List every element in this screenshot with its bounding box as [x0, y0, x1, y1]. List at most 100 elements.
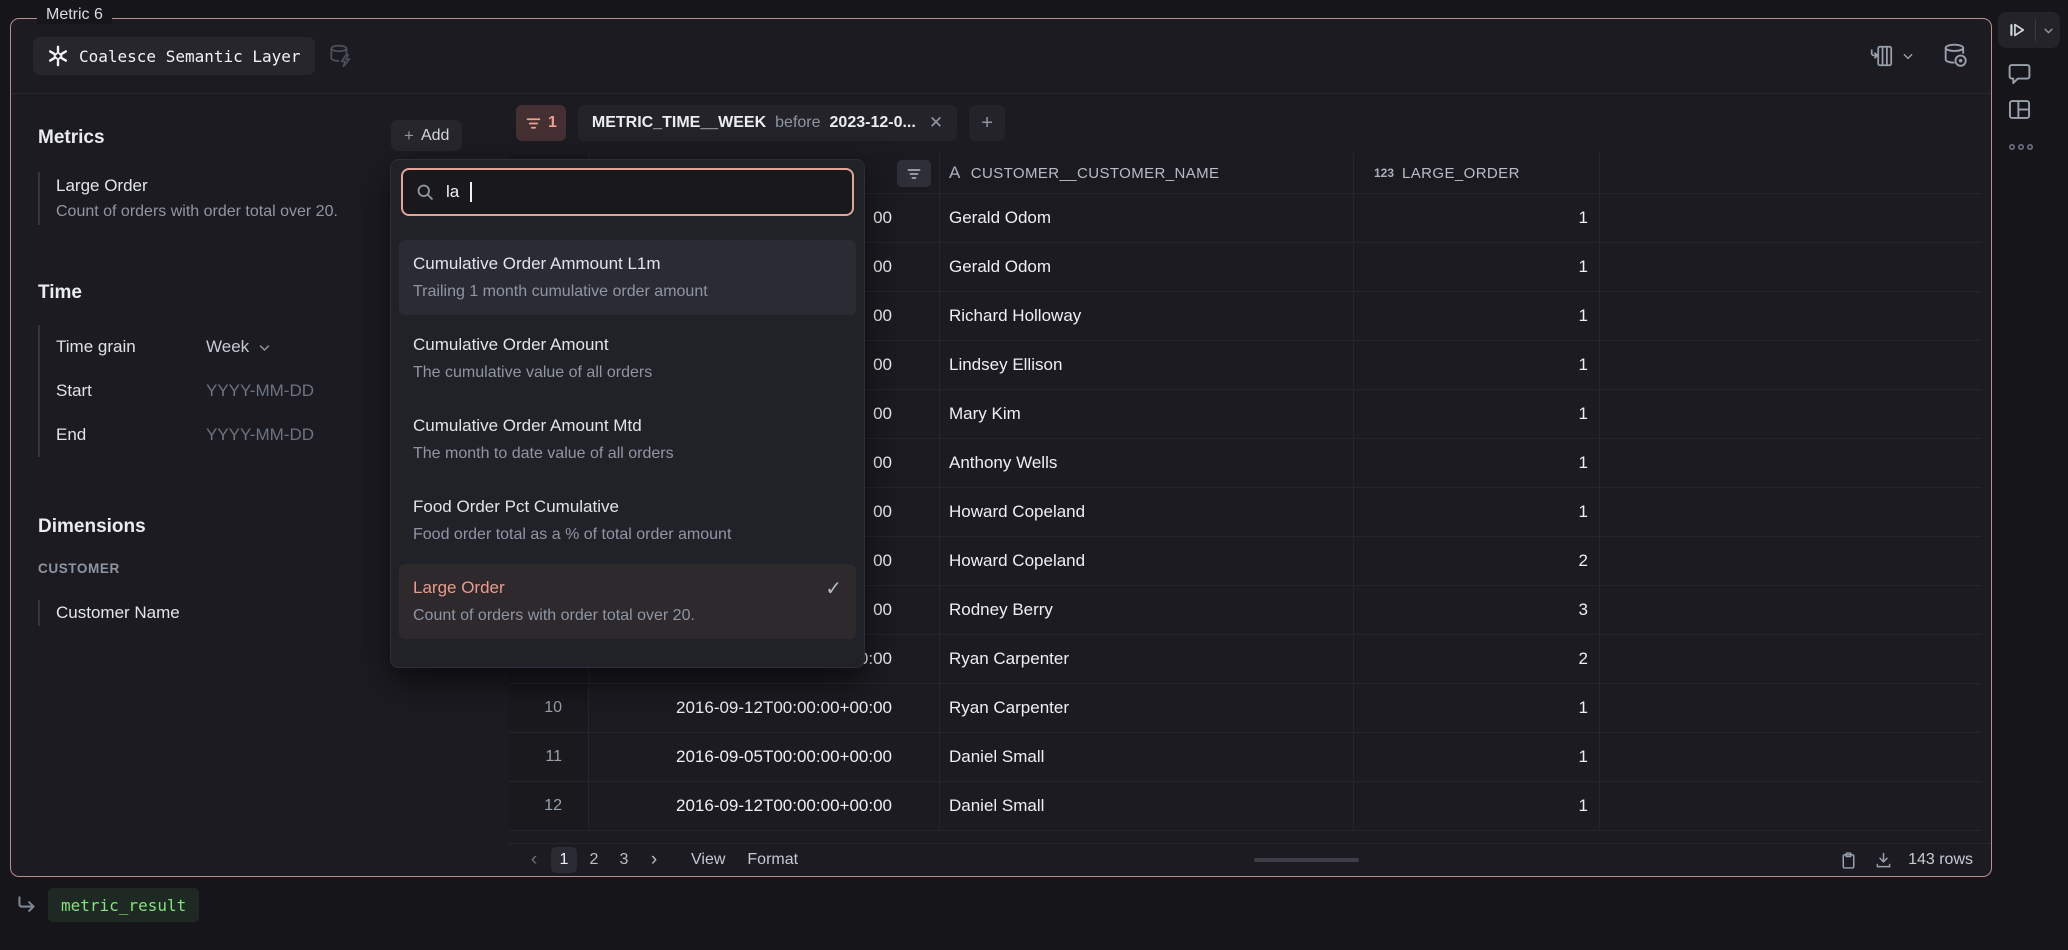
- format-menu[interactable]: Format: [747, 851, 798, 869]
- large-order-header[interactable]: 123 LARGE_ORDER: [1354, 153, 1600, 194]
- page-1-button[interactable]: 1: [551, 847, 577, 873]
- run-icon: [1998, 19, 2036, 41]
- row-number: 12: [509, 782, 589, 831]
- cell-filler: [1600, 586, 1981, 635]
- metric-option[interactable]: Cumulative Order Ammount L1m Trailing 1 …: [399, 240, 856, 315]
- cell-large-order: 1: [1354, 194, 1600, 243]
- chevron-down-icon: [257, 340, 272, 355]
- cell-filler: [1600, 733, 1981, 782]
- metric-option[interactable]: Food Order Pct Cumulative Food order tot…: [399, 483, 856, 558]
- snowflake-icon: [47, 45, 69, 67]
- metric-option-description: The cumulative value of all orders: [413, 359, 842, 386]
- metric-panel: Metric 6 Coalesce Semantic Layer: [10, 18, 1992, 877]
- cell-large-order: 1: [1354, 292, 1600, 341]
- cell-customer: Ryan Carpenter: [940, 635, 1354, 684]
- cell-time: 2016-09-12T00:00:00+00:00: [589, 782, 940, 831]
- metric-option[interactable]: Cumulative Order Amount Mtd The month to…: [399, 402, 856, 477]
- filter-operator: before: [775, 114, 820, 132]
- add-metric-button[interactable]: + Add: [391, 120, 462, 151]
- table-footer: ‹ 1 2 3 › View Format: [509, 843, 1991, 876]
- column-filter-icon[interactable]: [897, 160, 931, 187]
- time-filter-chip[interactable]: METRIC_TIME__WEEK before 2023-12-0... ✕: [578, 105, 957, 141]
- end-date-input[interactable]: YYYY-MM-DD: [206, 425, 314, 445]
- cell-filler: [1600, 684, 1981, 733]
- text-type-icon: A: [949, 163, 961, 183]
- view-menu[interactable]: View: [691, 851, 725, 869]
- metric-option-title: Food Order Pct Cumulative: [413, 493, 842, 521]
- layout-panels-icon[interactable]: [2006, 96, 2033, 123]
- cell-customer: Howard Copeland: [940, 537, 1354, 586]
- time-grain-value: Week: [206, 337, 249, 357]
- page-2-button[interactable]: 2: [581, 847, 607, 873]
- export-table-button[interactable]: [1869, 43, 1915, 69]
- panel-header: Coalesce Semantic Layer: [11, 19, 1991, 94]
- filter-lines-icon: [525, 115, 542, 132]
- next-page-button[interactable]: ›: [641, 847, 667, 873]
- add-filter-button[interactable]: +: [969, 105, 1005, 141]
- end-label: End: [56, 425, 206, 445]
- run-cell-button[interactable]: [1998, 12, 2060, 48]
- metric-option-description: Count of orders with order total over 20…: [413, 602, 842, 629]
- metric-option-description: Trailing 1 month cumulative order amount: [413, 278, 842, 305]
- cell-filler: [1600, 782, 1981, 831]
- row-count: 143 rows: [1908, 851, 1973, 869]
- cell-customer: Howard Copeland: [940, 488, 1354, 537]
- prev-page-button[interactable]: ‹: [521, 847, 547, 873]
- filter-value: 2023-12-0...: [830, 114, 916, 132]
- download-icon[interactable]: [1873, 850, 1894, 871]
- time-grain-select[interactable]: Week: [206, 337, 272, 357]
- semantic-layer-label: Coalesce Semantic Layer: [79, 47, 301, 66]
- cell-filler: [1600, 243, 1981, 292]
- cell-filler: [1600, 194, 1981, 243]
- time-grain-label: Time grain: [56, 337, 206, 357]
- metric-search-input[interactable]: la: [401, 168, 854, 216]
- text-caret: [470, 182, 472, 202]
- database-eye-icon: [1941, 42, 1969, 70]
- database-lightning-icon[interactable]: [327, 43, 353, 69]
- result-variable-chip[interactable]: metric_result: [48, 888, 199, 922]
- cell-filler: [1600, 439, 1981, 488]
- chevron-down-icon: [1901, 49, 1915, 63]
- table-import-icon: [1869, 43, 1895, 69]
- metric-option-title: Cumulative Order Amount Mtd: [413, 412, 842, 440]
- add-metric-label: Add: [421, 127, 449, 145]
- metric-search-dropdown: la Cumulative Order Ammount L1m Trailing…: [390, 159, 865, 668]
- customer-name-header[interactable]: A CUSTOMER__CUSTOMER_NAME: [940, 153, 1354, 194]
- cell-large-order: 1: [1354, 782, 1600, 831]
- page-3-button[interactable]: 3: [611, 847, 637, 873]
- cell-time: 2016-09-12T00:00:00+00:00: [589, 684, 940, 733]
- cell-customer: Rodney Berry: [940, 586, 1354, 635]
- more-options-icon[interactable]: [2008, 142, 2034, 152]
- semantic-layer-chip[interactable]: Coalesce Semantic Layer: [33, 37, 315, 75]
- comment-icon[interactable]: [2006, 60, 2033, 87]
- cell-customer: Daniel Small: [940, 782, 1354, 831]
- metric-option[interactable]: Cumulative Order Amount The cumulative v…: [399, 321, 856, 396]
- metric-option-description: The month to date value of all orders: [413, 440, 842, 467]
- metric-option-title: Large Order: [413, 574, 842, 602]
- metric-option-title: Cumulative Order Amount: [413, 331, 842, 359]
- cell-customer: Lindsey Ellison: [940, 341, 1354, 390]
- check-icon: ✓: [825, 576, 842, 601]
- remove-filter-icon[interactable]: ✕: [929, 113, 943, 133]
- copy-icon[interactable]: [1838, 850, 1859, 871]
- preview-data-button[interactable]: [1941, 42, 1969, 70]
- run-options-chevron-icon[interactable]: [2036, 24, 2060, 37]
- search-value: la: [446, 182, 459, 202]
- cell-time: 2016-09-05T00:00:00+00:00: [589, 733, 940, 782]
- metric-option-selected[interactable]: Large Order Count of orders with order t…: [399, 564, 856, 639]
- cell-filler: [1600, 635, 1981, 684]
- cell-large-order: 1: [1354, 733, 1600, 782]
- horizontal-scrollbar[interactable]: [1254, 858, 1359, 862]
- number-type-icon: 123: [1374, 166, 1394, 180]
- cell-large-order: 3: [1354, 586, 1600, 635]
- result-variable-label: metric_result: [61, 896, 186, 915]
- large-order-header-label: LARGE_ORDER: [1402, 165, 1520, 182]
- cell-customer: Daniel Small: [940, 733, 1354, 782]
- cell-filler: [1600, 537, 1981, 586]
- filter-count-badge[interactable]: 1: [516, 105, 566, 141]
- cell-filler: [1600, 390, 1981, 439]
- cell-large-order: 2: [1354, 537, 1600, 586]
- start-date-input[interactable]: YYYY-MM-DD: [206, 381, 314, 401]
- metric-option-description: Food order total as a % of total order a…: [413, 521, 842, 548]
- cell-customer: Richard Holloway: [940, 292, 1354, 341]
